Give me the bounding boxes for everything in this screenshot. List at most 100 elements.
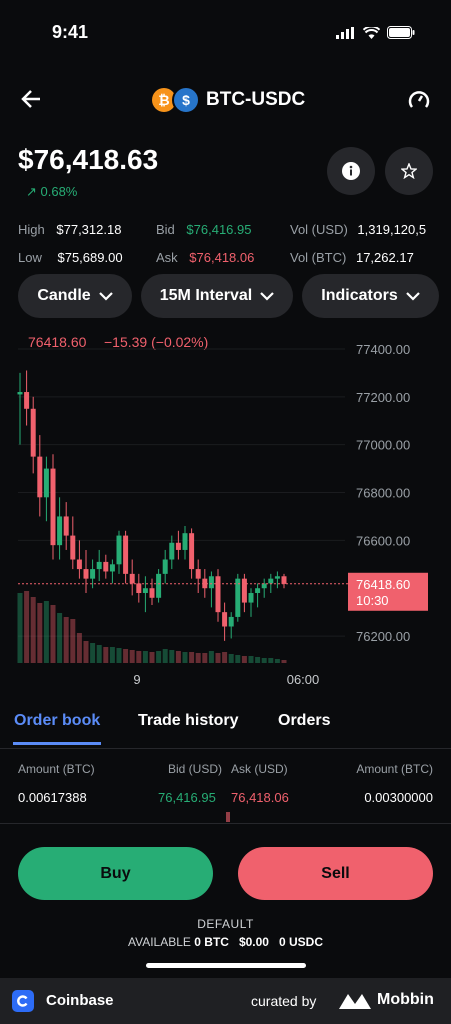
volume-bar — [109, 647, 115, 663]
footer-bar: Coinbase curated by Mobbin — [0, 978, 451, 1024]
candle-body — [76, 559, 82, 570]
candle-label: Candle — [37, 287, 91, 304]
orderbook-head-amount-right: Amount (BTC) — [356, 762, 433, 776]
back-button[interactable] — [20, 88, 42, 116]
candle-body — [109, 564, 115, 572]
vol-btc-label: Vol (BTC) — [290, 250, 347, 265]
volume-bar — [169, 650, 175, 663]
volume-bar — [162, 649, 168, 663]
volume-bar — [123, 649, 129, 663]
footer-brand: Mobbin — [377, 991, 434, 1008]
vol-btc-value: 17,262.17 — [355, 250, 414, 265]
volume-bar — [90, 643, 96, 663]
usdc-icon: $ — [172, 86, 200, 114]
volume-bar — [195, 653, 201, 663]
candle-body — [96, 561, 102, 570]
tab-order-book[interactable]: Order book — [14, 712, 100, 730]
indicators-label: Indicators — [321, 287, 398, 304]
candle-dropdown[interactable]: Candle — [18, 274, 132, 318]
current-price-label: 76418.60 — [356, 577, 410, 592]
candle-body — [37, 456, 43, 498]
candle-body — [248, 593, 254, 603]
tab-trade-history[interactable]: Trade history — [138, 712, 238, 730]
volume-bar — [261, 658, 267, 663]
volume-bar — [281, 660, 287, 663]
volume-bar — [175, 651, 181, 663]
bid-label: Bid — [156, 222, 175, 237]
candle-body — [235, 578, 241, 617]
tab-orders[interactable]: Orders — [278, 712, 330, 730]
x-tick-label: 9 — [133, 672, 140, 687]
orderbook-row-ask: 76,418.06 — [231, 790, 289, 805]
high-stat: High $77,312.18 — [18, 222, 121, 237]
x-tick-label: 06:00 — [287, 672, 320, 687]
orderbook-row-bid: 76,416.95 — [158, 790, 216, 805]
bid-value: $76,416.95 — [186, 222, 252, 237]
volume-bar — [202, 653, 208, 663]
home-indicator — [146, 963, 306, 968]
volume-bar — [63, 617, 69, 663]
volume-bar — [149, 652, 155, 663]
indicators-dropdown[interactable]: Indicators — [302, 274, 439, 318]
candle-body — [136, 583, 142, 594]
candle-body — [63, 516, 69, 536]
candle-body — [215, 576, 221, 613]
candle-body — [30, 408, 36, 457]
volume-bar — [215, 653, 221, 663]
portfolio-label: DEFAULT — [197, 917, 254, 931]
volume-bar — [37, 603, 43, 663]
orderbook-head-bid: Bid (USD) — [168, 762, 223, 776]
countdown-label: 10:30 — [356, 593, 389, 608]
gauge-icon — [408, 91, 430, 108]
volume-bar — [103, 647, 109, 663]
high-value: $77,312.18 — [56, 222, 122, 237]
volume-bar — [208, 651, 214, 663]
candle-body — [43, 468, 49, 498]
available-balance: AVAILABLE 0 BTC $0.00 0 USDC — [0, 935, 451, 949]
interval-label: 15M Interval — [159, 287, 253, 304]
watchlist-button[interactable] — [385, 147, 433, 195]
y-tick-label: 77400.00 — [356, 342, 410, 357]
candle-body — [17, 392, 23, 395]
signal-icon — [336, 26, 354, 39]
price-chart[interactable]: 76418.60 −15.39 (−0.02%) 77400.00 77200.0… — [0, 325, 451, 695]
info-button[interactable] — [327, 147, 375, 195]
interval-dropdown[interactable]: 15M Interval — [141, 274, 293, 318]
chevron-down-icon — [98, 291, 113, 301]
candle-body — [189, 533, 195, 570]
pair-title: ₿ $ BTC-USDC — [152, 86, 305, 114]
vol-usd-label: Vol (USD) — [290, 222, 348, 237]
volume-bar — [24, 591, 30, 663]
chevron-down-icon — [405, 291, 420, 301]
candle-body — [57, 516, 63, 546]
star-icon — [401, 163, 417, 179]
candle-body — [169, 542, 175, 560]
depth-marker — [226, 812, 230, 822]
vol-usd-stat: Vol (USD) 1,319,120,5 — [290, 222, 451, 237]
price-change: ↗ 0.68% — [26, 184, 78, 199]
divider — [0, 823, 451, 824]
y-tick-label: 76800.00 — [356, 486, 410, 501]
candle-body — [274, 576, 280, 579]
volume-bar — [182, 652, 188, 663]
sell-button[interactable]: Sell — [238, 847, 433, 900]
candle-body — [268, 578, 274, 584]
volume-bar — [30, 597, 36, 663]
candle-body — [228, 616, 234, 627]
orderbook-head-ask: Ask (USD) — [231, 762, 288, 776]
candle-body — [83, 569, 89, 579]
y-tick-label: 77000.00 — [356, 438, 410, 453]
volume-bar — [228, 654, 234, 663]
mobbin-logo-icon — [339, 994, 371, 1009]
candle-body — [255, 588, 261, 594]
candle-body — [241, 578, 247, 603]
volume-bar — [43, 601, 49, 663]
gauge-button[interactable] — [407, 88, 431, 117]
orderbook-row-amount-right: 0.00300000 — [364, 790, 433, 805]
volume-bar — [156, 651, 162, 663]
pair-label: BTC-USDC — [206, 89, 306, 110]
chevron-down-icon — [260, 291, 275, 301]
buy-button[interactable]: Buy — [18, 847, 213, 900]
candle-body — [222, 612, 228, 627]
volume-bar — [248, 656, 254, 663]
